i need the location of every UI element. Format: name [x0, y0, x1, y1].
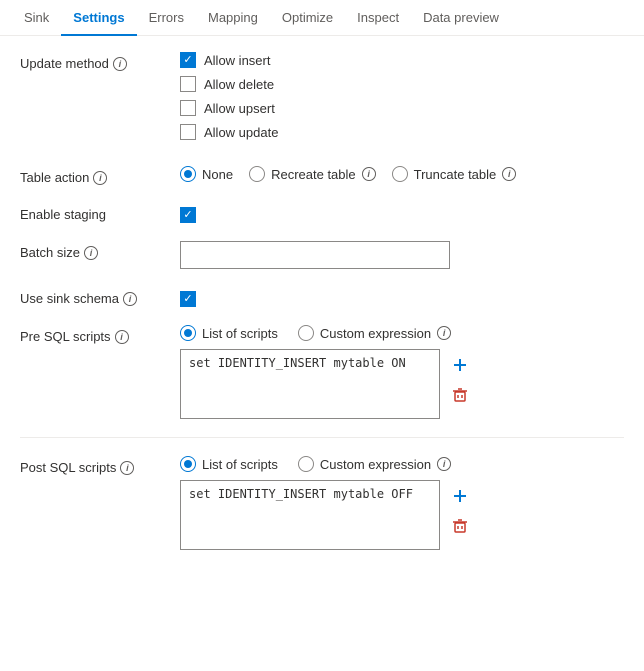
allow-update-label: Allow update — [204, 125, 278, 140]
tab-inspect[interactable]: Inspect — [345, 0, 411, 35]
table-action-row: Table action i None Recreate table i — [20, 166, 624, 185]
allow-update-checkbox[interactable] — [180, 124, 196, 140]
post-sql-scripts-control: List of scripts Custom expression i set … — [180, 456, 624, 550]
pre-sql-scripts-label: Pre SQL scripts i — [20, 325, 180, 344]
use-sink-schema-checkbox[interactable]: ✓ — [180, 291, 196, 307]
post-sql-expression-info-icon[interactable]: i — [437, 457, 451, 471]
post-sql-list-radio-row[interactable]: List of scripts — [180, 456, 278, 472]
batch-size-label: Batch size i — [20, 241, 180, 260]
batch-size-info-icon[interactable]: i — [84, 246, 98, 260]
settings-content: Update method i ✓ Allow insert Allow del… — [0, 36, 644, 584]
table-action-recreate[interactable]: Recreate table i — [249, 166, 376, 182]
update-method-label: Update method i — [20, 52, 180, 71]
pre-sql-textarea[interactable]: set IDENTITY_INSERT mytable ON — [180, 349, 440, 419]
use-sink-schema-info-icon[interactable]: i — [123, 292, 137, 306]
section-divider — [20, 437, 624, 438]
use-sink-schema-control: ✓ — [180, 287, 624, 307]
use-sink-schema-label: Use sink schema i — [20, 287, 180, 306]
table-action-control: None Recreate table i Truncate table i — [180, 166, 624, 182]
update-method-row: Update method i ✓ Allow insert Allow del… — [20, 52, 624, 148]
allow-update-row: Allow update — [180, 124, 624, 140]
allow-upsert-label: Allow upsert — [204, 101, 275, 116]
post-sql-options: List of scripts Custom expression i — [180, 456, 624, 472]
enable-staging-control: ✓ — [180, 203, 624, 223]
batch-size-control — [180, 241, 624, 269]
pre-sql-expression-radio[interactable] — [298, 325, 314, 341]
allow-delete-checkbox[interactable] — [180, 76, 196, 92]
table-action-recreate-radio[interactable] — [249, 166, 265, 182]
tab-settings[interactable]: Settings — [61, 0, 136, 35]
table-action-recreate-label: Recreate table — [271, 167, 356, 182]
post-sql-textarea[interactable]: set IDENTITY_INSERT mytable OFF — [180, 480, 440, 550]
pre-sql-expression-info-icon[interactable]: i — [437, 326, 451, 340]
pre-sql-list-inner — [184, 329, 192, 337]
table-action-radio-group: None Recreate table i Truncate table i — [180, 166, 624, 182]
post-sql-script-box-wrap: set IDENTITY_INSERT mytable OFF — [180, 480, 624, 550]
allow-insert-checkbox[interactable]: ✓ — [180, 52, 196, 68]
table-action-none-radio[interactable] — [180, 166, 196, 182]
post-sql-scripts-label: Post SQL scripts i — [20, 456, 180, 475]
update-method-control: ✓ Allow insert Allow delete Allow upsert… — [180, 52, 624, 148]
tab-mapping[interactable]: Mapping — [196, 0, 270, 35]
use-sink-schema-checkmark: ✓ — [183, 294, 192, 305]
post-sql-expression-label: Custom expression — [320, 457, 431, 472]
batch-size-input[interactable] — [180, 241, 450, 269]
pre-sql-actions — [448, 349, 472, 407]
post-sql-scripts-row: Post SQL scripts i List of scripts Custo… — [20, 456, 624, 550]
use-sink-schema-row: Use sink schema i ✓ — [20, 287, 624, 307]
pre-sql-add-button[interactable] — [448, 353, 472, 377]
tabs-bar: Sink Settings Errors Mapping Optimize In… — [0, 0, 644, 36]
enable-staging-row: Enable staging ✓ — [20, 203, 624, 223]
table-action-info-icon[interactable]: i — [93, 171, 107, 185]
post-sql-add-button[interactable] — [448, 484, 472, 508]
tab-sink[interactable]: Sink — [12, 0, 61, 35]
pre-sql-scripts-control: List of scripts Custom expression i set … — [180, 325, 624, 419]
tab-errors[interactable]: Errors — [137, 0, 196, 35]
post-sql-list-radio[interactable] — [180, 456, 196, 472]
tab-data-preview[interactable]: Data preview — [411, 0, 511, 35]
post-sql-actions — [448, 480, 472, 538]
allow-upsert-checkbox[interactable] — [180, 100, 196, 116]
pre-sql-expression-label: Custom expression — [320, 326, 431, 341]
pre-sql-scripts-info-icon[interactable]: i — [115, 330, 129, 344]
allow-delete-row: Allow delete — [180, 76, 624, 92]
table-action-truncate[interactable]: Truncate table i — [392, 166, 517, 182]
pre-sql-options: List of scripts Custom expression i — [180, 325, 624, 341]
table-action-none-label: None — [202, 167, 233, 182]
post-sql-list-label: List of scripts — [202, 457, 278, 472]
table-action-truncate-radio[interactable] — [392, 166, 408, 182]
pre-sql-expression-radio-row[interactable]: Custom expression i — [298, 325, 451, 341]
allow-upsert-row: Allow upsert — [180, 100, 624, 116]
table-action-none-inner — [184, 170, 192, 178]
tab-optimize[interactable]: Optimize — [270, 0, 345, 35]
pre-sql-list-label: List of scripts — [202, 326, 278, 341]
enable-staging-checkmark: ✓ — [183, 210, 192, 221]
pre-sql-delete-button[interactable] — [448, 383, 472, 407]
pre-sql-scripts-row: Pre SQL scripts i List of scripts Custom… — [20, 325, 624, 419]
pre-sql-list-radio[interactable] — [180, 325, 196, 341]
pre-sql-list-radio-row[interactable]: List of scripts — [180, 325, 278, 341]
allow-insert-label: Allow insert — [204, 53, 270, 68]
update-method-info-icon[interactable]: i — [113, 57, 127, 71]
allow-delete-label: Allow delete — [204, 77, 274, 92]
enable-staging-checkbox[interactable]: ✓ — [180, 207, 196, 223]
table-action-truncate-label: Truncate table — [414, 167, 497, 182]
enable-staging-label: Enable staging — [20, 203, 180, 222]
table-action-truncate-info-icon[interactable]: i — [502, 167, 516, 181]
batch-size-row: Batch size i — [20, 241, 624, 269]
post-sql-expression-radio[interactable] — [298, 456, 314, 472]
allow-insert-row: ✓ Allow insert — [180, 52, 624, 68]
post-sql-scripts-info-icon[interactable]: i — [120, 461, 134, 475]
pre-sql-script-box-wrap: set IDENTITY_INSERT mytable ON — [180, 349, 624, 419]
post-sql-list-inner — [184, 460, 192, 468]
table-action-recreate-info-icon[interactable]: i — [362, 167, 376, 181]
allow-insert-checkmark: ✓ — [183, 55, 192, 66]
post-sql-expression-radio-row[interactable]: Custom expression i — [298, 456, 451, 472]
post-sql-delete-button[interactable] — [448, 514, 472, 538]
table-action-none[interactable]: None — [180, 166, 233, 182]
table-action-label: Table action i — [20, 166, 180, 185]
